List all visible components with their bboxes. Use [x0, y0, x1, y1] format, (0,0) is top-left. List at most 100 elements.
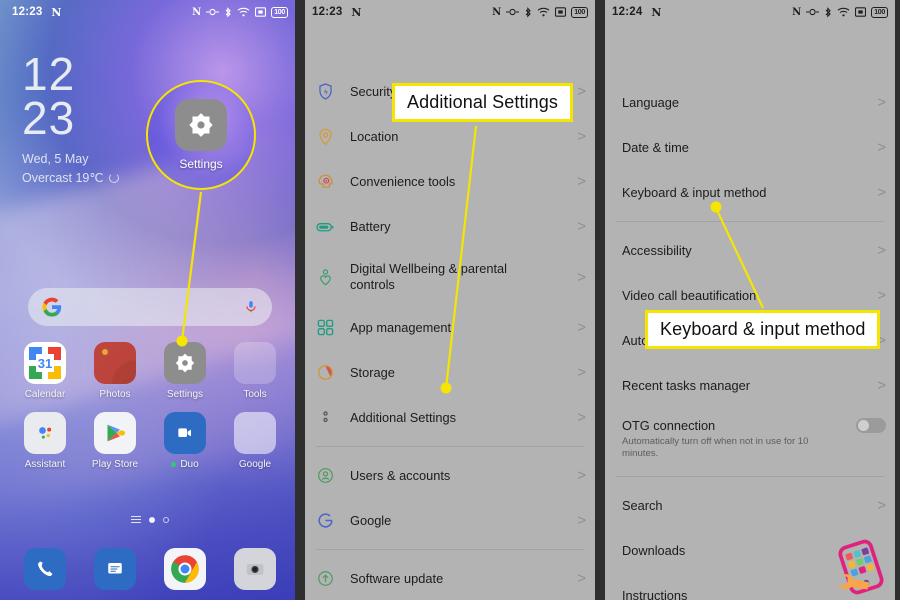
otg-toggle[interactable] [856, 418, 886, 433]
bluetooth-icon [225, 6, 231, 18]
dock-icon-phone[interactable] [24, 548, 66, 590]
callout-additional-settings: Additional Settings [392, 83, 573, 122]
clock-minutes: 23 [22, 92, 76, 144]
chevron-right-icon: > [577, 128, 586, 145]
settings-item-convenience-tools[interactable]: Convenience tools > [300, 159, 600, 204]
chevron-right-icon: > [577, 467, 586, 484]
dock-icon-chrome[interactable] [164, 548, 206, 590]
additional-item-accessibility[interactable]: Accessibility > [600, 228, 900, 273]
google-search-bar[interactable] [28, 288, 272, 326]
svg-text:31: 31 [38, 356, 52, 371]
settings-item-battery[interactable]: Battery > [300, 204, 600, 249]
app-icon-settings[interactable]: Settings [150, 342, 220, 400]
settings-item-additional-settings[interactable]: Additional Settings > [300, 395, 600, 440]
chevron-right-icon: > [577, 319, 586, 336]
page-indicator[interactable] [0, 516, 300, 523]
chevron-right-icon: > [577, 409, 586, 426]
settings-item-digital-wellbeing[interactable]: Digital Wellbeing & parental controls > [300, 249, 600, 305]
chevron-right-icon: > [877, 497, 886, 514]
battery-level: 100 [871, 6, 888, 18]
microphone-icon[interactable] [244, 297, 258, 317]
wifi-icon [837, 7, 850, 17]
weather-widget: Overcast 19℃ [22, 170, 120, 185]
additional-item-label: Instructions [622, 587, 688, 600]
nfc-status-icon: N [192, 6, 202, 18]
otg-label: OTG connection [622, 418, 716, 433]
settings-gear-icon [189, 113, 213, 137]
head-gear-icon [314, 171, 336, 193]
settings-item-label: Software update [350, 570, 444, 586]
app-label: Settings [166, 389, 204, 400]
additional-item-recent-tasks-manager[interactable]: Recent tasks manager > [600, 363, 900, 408]
settings-item-app-management[interactable]: App management > [300, 305, 600, 350]
additional-item-date-time[interactable]: Date & time > [600, 125, 900, 170]
chevron-right-icon: > [577, 83, 586, 100]
additional-item-search[interactable]: Search > [600, 483, 900, 528]
google-folder-icon [234, 412, 276, 454]
app-folder-google[interactable]: Google [220, 412, 290, 470]
app-label: Photos [99, 389, 131, 400]
app-icon-duo[interactable]: Duo [150, 412, 220, 470]
storage-pie-icon [314, 362, 336, 384]
settings-item-google[interactable]: Google > [300, 498, 600, 543]
additional-item-language[interactable]: Language > [600, 80, 900, 125]
status-bar-home: 12:23 N N 100 [0, 0, 300, 24]
app-icon-calendar[interactable]: 31 Calendar [10, 342, 80, 400]
chevron-right-icon: > [577, 268, 586, 286]
list-divider [316, 446, 584, 447]
settings-item-label: Google [350, 512, 392, 528]
play-store-icon [107, 424, 125, 442]
app-label: Tools [243, 389, 267, 400]
user-circle-icon [314, 465, 336, 487]
status-time: 12:23 [12, 6, 43, 18]
dock-icon-messages[interactable] [94, 548, 136, 590]
clock-hours: 12 [22, 48, 76, 100]
additional-item-keyboard-input-method[interactable]: Keyboard & input method > [600, 170, 900, 215]
app-label: Assistant [24, 459, 66, 470]
chevron-right-icon: > [877, 242, 886, 259]
wifi-icon [537, 7, 550, 17]
status-time: 12:24 [612, 6, 643, 18]
chevron-right-icon: > [877, 139, 886, 156]
photos-icon [102, 349, 136, 384]
signal-icon [855, 7, 867, 17]
app-icon-play-store[interactable]: Play Store [80, 412, 150, 470]
app-label: Calendar [24, 389, 66, 400]
chevron-right-icon: > [877, 184, 886, 201]
settings-app-highlight-ring[interactable]: Settings [146, 80, 256, 190]
otg-description: Automatically turn off when not in use f… [622, 435, 809, 460]
settings-item-label: Battery [350, 218, 391, 234]
bluetooth-icon [825, 6, 831, 18]
phone-icon [38, 561, 53, 577]
signal-icon [255, 7, 267, 17]
app-folder-tools[interactable]: Tools [220, 342, 290, 400]
settings-item-label: Security [350, 83, 397, 99]
settings-item-users-accounts[interactable]: Users & accounts > [300, 453, 600, 498]
page-list-icon [131, 516, 141, 523]
additional-item-label: Keyboard & input method [622, 184, 767, 200]
signal-icon [555, 7, 567, 17]
google-g-icon [42, 297, 62, 317]
dock-icon-camera[interactable] [234, 548, 276, 590]
wifi-icon [237, 7, 250, 17]
settings-item-storage[interactable]: Storage > [300, 350, 600, 395]
app-icon-assistant[interactable]: Assistant [10, 412, 80, 470]
settings-item-label: App management [350, 319, 452, 335]
additional-item-label: Downloads [622, 542, 686, 558]
additional-item-label: Accessibility [622, 242, 692, 258]
chevron-right-icon: > [577, 364, 586, 381]
additional-item-otg-connection[interactable]: OTG connection Automatically turn off wh… [600, 408, 900, 470]
additional-item-label: Date & time [622, 139, 689, 155]
settings-item-label: Storage [350, 364, 395, 380]
status-time: 12:23 [312, 6, 343, 18]
camera-icon [246, 564, 264, 575]
chrome-icon [171, 555, 199, 583]
settings-item-software-update[interactable]: Software update > [300, 556, 600, 600]
assistant-icon [39, 427, 52, 439]
app-icon-photos[interactable]: Photos [80, 342, 150, 400]
vpn-icon [806, 8, 820, 16]
refresh-icon[interactable] [109, 172, 120, 183]
settings-item-label: Additional Settings [350, 409, 456, 425]
nfc-icon: N [651, 5, 662, 19]
status-bar-settings: 12:23 N N 100 [300, 0, 600, 24]
